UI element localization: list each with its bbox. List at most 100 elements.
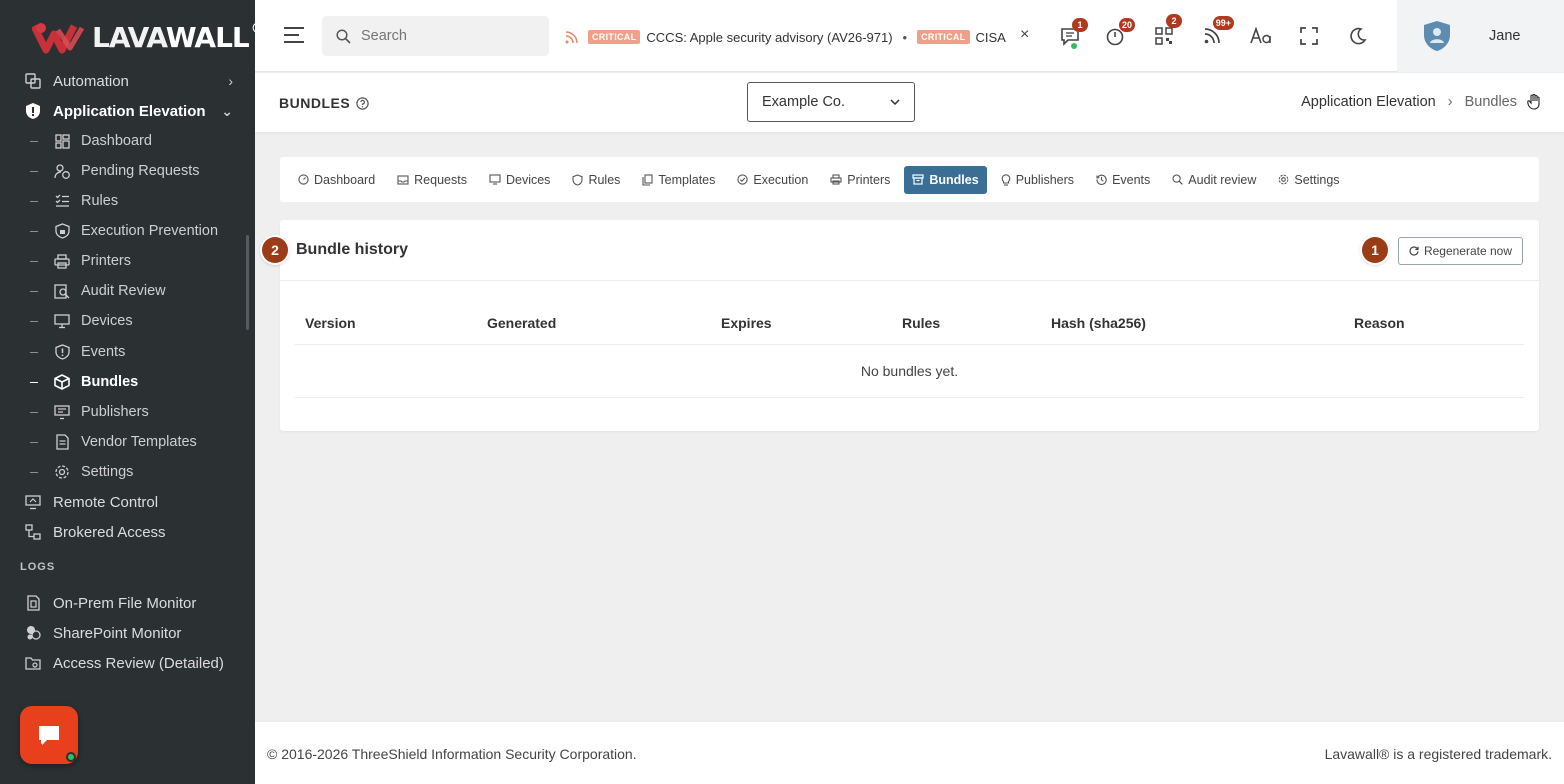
tab-requests[interactable]: Requests (389, 166, 475, 194)
avatar-shield-icon (1424, 21, 1450, 51)
dashboard-icon (53, 132, 71, 150)
sidebar-sub-rules[interactable]: Rules (0, 186, 255, 216)
help-circle-icon[interactable] (356, 96, 369, 110)
sidebar-item-on-prem-file-monitor[interactable]: On-Prem File Monitor (0, 588, 255, 618)
sidebar-sub-execution-prevention[interactable]: Execution Prevention (0, 216, 255, 246)
gauge-icon (298, 174, 309, 185)
sidebar-sub-events[interactable]: Events (0, 337, 255, 367)
list-check-icon (53, 192, 71, 210)
shield-icon (24, 102, 42, 120)
search-icon (336, 28, 351, 44)
sidebar-item-automation[interactable]: Automation › (0, 66, 255, 96)
bundle-history-table: Version Generated Expires Rules Hash (sh… (295, 302, 1524, 398)
tab-execution[interactable]: Execution (729, 166, 816, 194)
card-header: 2 Bundle history 1 Regenerate now (262, 220, 1539, 281)
timer-button[interactable]: 20 (1103, 18, 1135, 48)
sidebar-sub-printers[interactable]: Printers (0, 246, 255, 276)
sidebar-sub-vendor-templates[interactable]: Vendor Templates (0, 427, 255, 457)
dark-mode-button[interactable] (1346, 24, 1370, 48)
ticker-item[interactable]: CCCS: Apple security advisory (AV26-971) (646, 30, 892, 45)
user-menu[interactable]: Jane (1397, 0, 1564, 72)
column-header-hash[interactable]: Hash (sha256) (1041, 302, 1344, 345)
logs-section-label: LOGS (20, 561, 56, 573)
sidebar-sub-dashboard[interactable]: Dashboard (0, 126, 255, 156)
automation-icon (24, 72, 42, 90)
lava-logo-icon (32, 23, 85, 54)
sidebar-sub-publishers[interactable]: Publishers (0, 397, 255, 427)
online-dot (1071, 43, 1077, 49)
column-header-expires[interactable]: Expires (711, 302, 892, 345)
refresh-icon (1409, 246, 1419, 256)
remote-monitor-icon (24, 493, 42, 511)
bundle-history-card: 2 Bundle history 1 Regenerate now Versio… (262, 220, 1539, 431)
sidebar-sub-bundles[interactable]: Bundles (0, 367, 255, 397)
qr-button[interactable]: 2 (1152, 14, 1182, 48)
font-size-icon (1250, 26, 1271, 44)
sidebar-item-sharepoint-monitor[interactable]: SharePoint Monitor (0, 618, 255, 648)
alert-ticker[interactable]: CRITICAL CCCS: Apple security advisory (… (565, 26, 1007, 48)
sidebar-item-brokered-access[interactable]: Brokered Access (0, 517, 255, 547)
inbox-icon (397, 174, 409, 185)
tab-dashboard[interactable]: Dashboard (290, 166, 383, 194)
breadcrumb-separator: › (1447, 94, 1453, 110)
ticker-close-button[interactable]: × (1020, 26, 1029, 44)
fullscreen-button[interactable] (1297, 24, 1321, 48)
file-server-icon (24, 594, 42, 612)
sidebar-sub-audit-review[interactable]: Audit Review (0, 276, 255, 306)
step-marker-2: 2 (262, 237, 288, 263)
box-icon (53, 373, 71, 391)
network-icon (24, 523, 42, 541)
ticker-item[interactable]: CISA (976, 30, 1006, 45)
tab-printers[interactable]: Printers (822, 166, 898, 194)
breadcrumb-current: Bundles (1464, 94, 1517, 110)
organization-select[interactable]: Example Co. (747, 82, 915, 122)
qr-code-icon (1155, 27, 1173, 45)
shield-icon (572, 173, 583, 186)
brand-name: LAVAWALL® (92, 20, 255, 54)
sidebar-item-remote-control[interactable]: Remote Control (0, 487, 255, 517)
search-box[interactable] (322, 16, 549, 56)
tab-publishers[interactable]: Publishers (993, 166, 1082, 194)
column-header-generated[interactable]: Generated (477, 302, 711, 345)
font-size-button[interactable] (1249, 24, 1273, 48)
fullscreen-icon (1300, 27, 1318, 45)
monitor-icon (489, 174, 501, 185)
sidebar-item-application-elevation[interactable]: Application Elevation ⌄ (0, 96, 255, 126)
regenerate-now-button[interactable]: Regenerate now (1397, 237, 1523, 265)
sidebar-sub-devices[interactable]: Devices (0, 306, 255, 336)
messages-button[interactable]: 1 (1058, 18, 1088, 49)
hand-pointer-icon (1527, 94, 1540, 110)
rss-feed-icon (565, 30, 578, 43)
chat-bubble-icon (39, 726, 59, 745)
tab-bundles[interactable]: Bundles (904, 165, 987, 194)
tab-settings[interactable]: Settings (1270, 166, 1347, 194)
ticker-separator: • (902, 29, 908, 45)
column-header-rules[interactable]: Rules (892, 302, 1041, 345)
user-name: Jane (1489, 28, 1521, 44)
copy-icon (642, 173, 653, 186)
sidebar-sub-pending-requests[interactable]: Pending Requests (0, 156, 255, 186)
brand-logo[interactable]: LAVAWALL® (32, 17, 255, 57)
feed-button[interactable]: 99+ (1200, 16, 1234, 48)
menu-toggle-icon[interactable] (283, 26, 305, 44)
search-input[interactable] (361, 28, 521, 44)
tab-audit-review[interactable]: Audit review (1164, 166, 1264, 194)
sidebar-sub-settings[interactable]: Settings (0, 457, 255, 487)
qr-count-badge: 2 (1166, 14, 1182, 28)
tab-templates[interactable]: Templates (634, 166, 723, 194)
tab-events[interactable]: Events (1088, 166, 1158, 194)
sidebar-scrollbar[interactable] (246, 235, 249, 330)
column-header-version[interactable]: Version (295, 302, 477, 345)
timer-count-badge: 20 (1118, 18, 1135, 32)
breadcrumb-item[interactable]: Application Elevation (1301, 94, 1436, 110)
footer-trademark: Lavawall® is a registered trademark. (1324, 746, 1552, 762)
column-header-reason[interactable]: Reason (1344, 302, 1524, 345)
tab-devices[interactable]: Devices (481, 166, 558, 194)
check-circle-icon (737, 174, 749, 185)
chat-online-indicator (66, 752, 76, 762)
sidebar-item-access-review-detailed[interactable]: Access Review (Detailed) (0, 648, 255, 678)
chevron-down-icon: ⌄ (221, 102, 233, 119)
tab-rules[interactable]: Rules (564, 166, 628, 194)
critical-badge: CRITICAL (588, 30, 641, 44)
empty-state-message: No bundles yet. (295, 344, 1524, 398)
